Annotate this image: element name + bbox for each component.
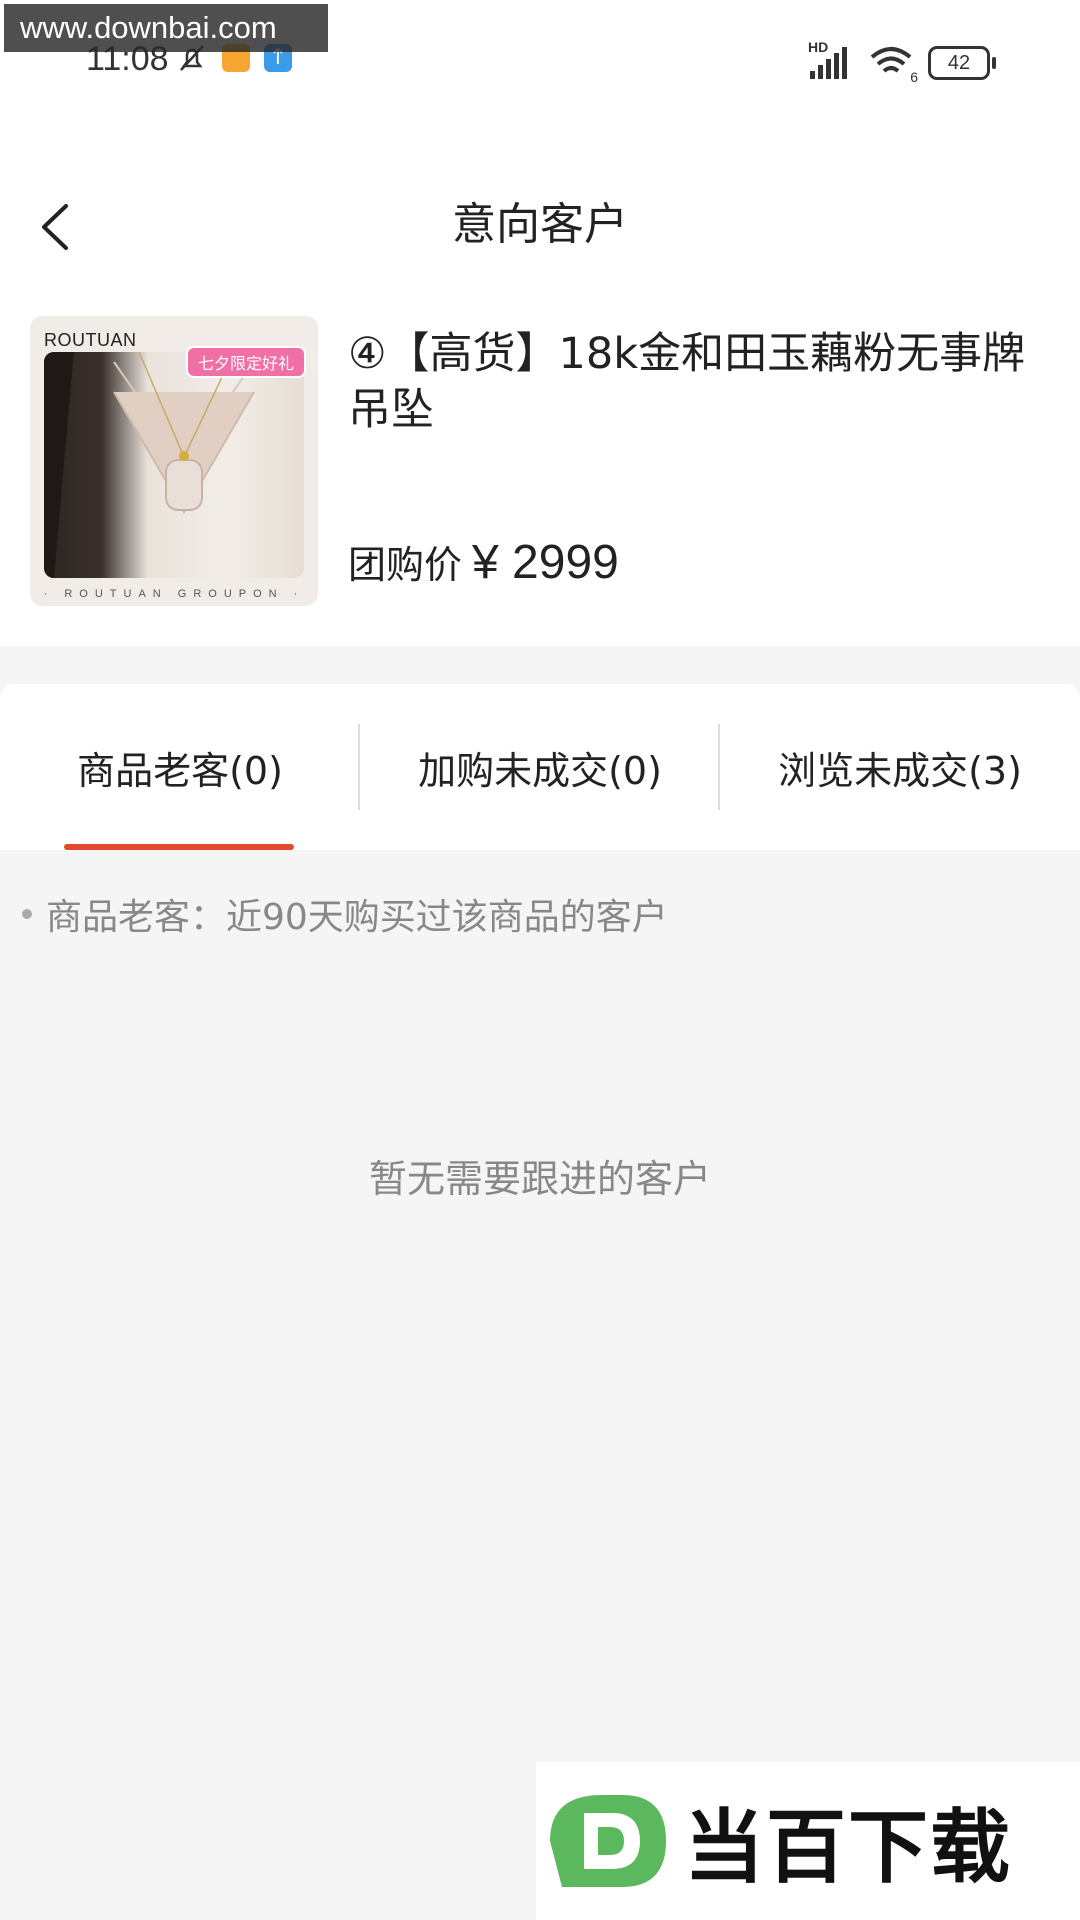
price-value: ¥ 2999 <box>472 536 619 589</box>
status-icons: HD 6 42 <box>808 39 996 85</box>
signal-icon: HD <box>808 39 854 81</box>
battery-indicator: 42 <box>928 46 996 80</box>
necklace-illustration <box>44 352 255 578</box>
image-brand: ROUTUAN <box>44 330 137 350</box>
bullet-icon <box>22 909 32 919</box>
active-tab-indicator <box>64 844 294 850</box>
wifi-icon: 6 <box>868 45 918 85</box>
price-row: 团购价 ¥ 2999 <box>348 534 619 590</box>
tab-old-customers[interactable]: 商品老客(0) <box>0 684 360 850</box>
description-text: 商品老客：近90天购买过该商品的客户 <box>46 897 668 938</box>
back-button[interactable] <box>30 192 90 262</box>
product-title: ④【高货】18k金和田玉藕粉无事牌吊坠 <box>348 329 1026 435</box>
tab-label: 商品老客(0) <box>77 748 283 793</box>
tab-viewed-not-purchased[interactable]: 浏览未成交(3) <box>720 684 1080 850</box>
price-label: 团购价 <box>348 543 463 587</box>
image-badge: 七夕限定好礼 <box>186 346 307 378</box>
tab-cart-not-purchased[interactable]: 加购未成交(0) <box>360 684 720 850</box>
empty-state-text: 暂无需要跟进的客户 <box>368 1157 711 1201</box>
chevron-left-icon <box>42 204 68 250</box>
tab-description: 商品老客：近90天购买过该商品的客户 <box>22 888 668 940</box>
tab-label: 加购未成交(0) <box>418 748 662 793</box>
logo-d-icon <box>550 1795 666 1887</box>
page-title: 意向客户 <box>452 199 628 250</box>
image-footer: · ROUTUAN GROUPON · <box>43 588 305 600</box>
wifi-level: 6 <box>910 69 918 85</box>
product-image[interactable]: ROUTUAN 七夕限定好礼 · ROUTUAN GROUPON · <box>30 316 318 606</box>
network-type: HD <box>808 39 829 55</box>
logo-text: 当百下载 <box>684 1801 1012 1894</box>
tab-bar: 商品老客(0) 加购未成交(0) 浏览未成交(3) <box>0 684 1080 850</box>
logo-watermark: 当百下载 <box>536 1762 1080 1920</box>
watermark-site: www.downbai.com <box>4 4 328 52</box>
product-photo <box>44 352 304 578</box>
tab-label: 浏览未成交(3) <box>778 748 1022 793</box>
